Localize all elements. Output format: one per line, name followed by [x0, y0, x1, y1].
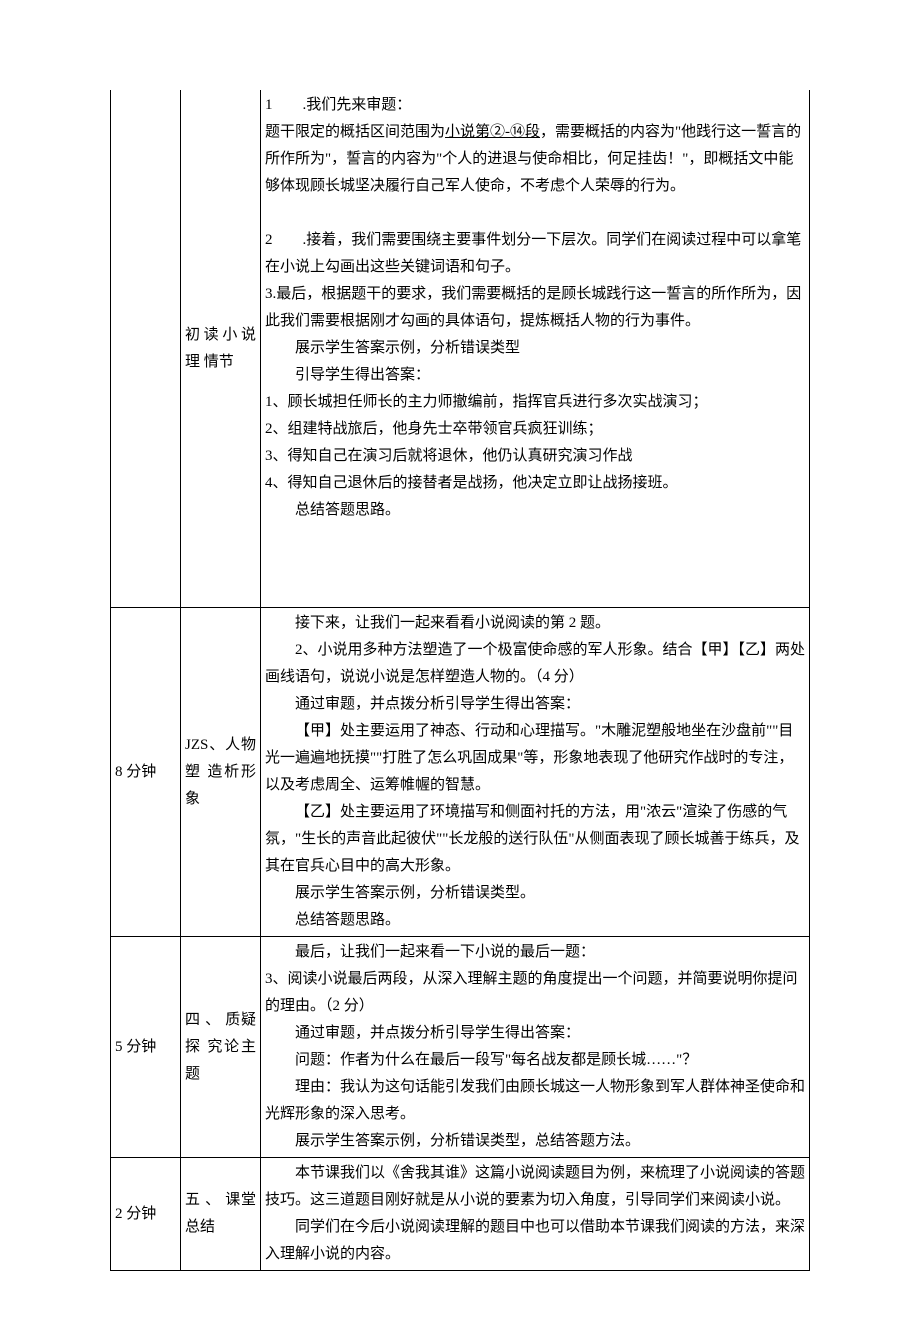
content-cell: 1 .我们先来审题： 题干限定的概括区间范围为小说第②-⑭段，需要概括的内容为"…	[261, 90, 810, 608]
table-row: 5 分钟 四 、 质疑 探 究论主题 最后，让我们一起来看一下小说的最后一题： …	[111, 937, 810, 1158]
content-line: 接下来，让我们一起来看看小说阅读的第 2 题。	[265, 610, 805, 637]
label-cell: 四 、 质疑 探 究论主题	[181, 937, 261, 1158]
content-line: 理由：我认为这句话能引发我们由顾长城这一人物形象到军人群体神圣使命和光辉形象的深…	[265, 1074, 805, 1128]
content-line: 【甲】处主要运用了神态、行动和心理描写。"木雕泥塑般地坐在沙盘前""目光一遍遍地…	[265, 718, 805, 799]
content-text: 题干限定的概括区间范围为	[265, 124, 445, 140]
time-cell	[111, 90, 181, 608]
content-line: 展示学生答案示例，分析错误类型。	[265, 880, 805, 907]
time-cell: 8 分钟	[111, 608, 181, 937]
time-cell: 5 分钟	[111, 937, 181, 1158]
content-line: 2、组建特战旅后，他身先士卒带领官兵疯狂训练；	[265, 416, 805, 443]
content-line: 1 .我们先来审题：	[265, 92, 805, 119]
content-line: 4、得知自己退休后的接替者是战扬，他决定立即让战扬接班。	[265, 470, 805, 497]
content-line: 问题：作者为什么在最后一段写"每名战友都是顾长城……"？	[265, 1047, 805, 1074]
table-row: 初读小说 理 情节 1 .我们先来审题： 题干限定的概括区间范围为小说第②-⑭段…	[111, 90, 810, 608]
table-row: 2 分钟 五 、 课堂总结 本节课我们以《舍我其谁》这篇小说阅读题目为例，来梳理…	[111, 1158, 810, 1271]
content-line: 通过审题，并点拨分析引导学生得出答案：	[265, 691, 805, 718]
content-line: 3、得知自己在演习后就将退休，他仍认真研究演习作战	[265, 443, 805, 470]
content-line: 1、顾长城担任师长的主力师撤编前，指挥官兵进行多次实战演习；	[265, 389, 805, 416]
content-line: 总结答题思路。	[265, 497, 805, 524]
content-cell: 本节课我们以《舍我其谁》这篇小说阅读题目为例，来梳理了小说阅读的答题技巧。这三道…	[261, 1158, 810, 1271]
underlined-text: 小说第②-⑭段	[445, 124, 540, 140]
content-line: 总结答题思路。	[265, 907, 805, 934]
content-line: 3.最后，根据题干的要求，我们需要概括的是顾长城践行这一誓言的所作所为，因此我们…	[265, 281, 805, 335]
content-line: 展示学生答案示例，分析错误类型	[265, 335, 805, 362]
content-line: 通过审题，并点拨分析引导学生得出答案：	[265, 1020, 805, 1047]
time-cell: 2 分钟	[111, 1158, 181, 1271]
label-cell: 初读小说 理 情节	[181, 90, 261, 608]
content-line: 引导学生得出答案：	[265, 362, 805, 389]
content-line: 【乙】处主要运用了环境描写和侧面衬托的方法，用"浓云"渲染了伤感的气氛，"生长的…	[265, 799, 805, 880]
label-cell: 五 、 课堂总结	[181, 1158, 261, 1271]
content-line: 3、阅读小说最后两段，从深入理解主题的角度提出一个问题，并简要说明你提问的理由。…	[265, 966, 805, 1020]
content-cell: 接下来，让我们一起来看看小说阅读的第 2 题。 2、小说用多种方法塑造了一个极富…	[261, 608, 810, 937]
content-line: 2 .接着，我们需要围绕主要事件划分一下层次。同学们在阅读过程中可以拿笔在小说上…	[265, 227, 805, 281]
content-cell: 最后，让我们一起来看一下小说的最后一题： 3、阅读小说最后两段，从深入理解主题的…	[261, 937, 810, 1158]
content-line: 同学们在今后小说阅读理解的题目中也可以借助本节课我们阅读的方法，来深入理解小说的…	[265, 1214, 805, 1268]
content-line: 本节课我们以《舍我其谁》这篇小说阅读题目为例，来梳理了小说阅读的答题技巧。这三道…	[265, 1160, 805, 1214]
lesson-plan-table: 初读小说 理 情节 1 .我们先来审题： 题干限定的概括区间范围为小说第②-⑭段…	[110, 90, 810, 1271]
content-line: 题干限定的概括区间范围为小说第②-⑭段，需要概括的内容为"他践行这一誓言的所作所…	[265, 119, 805, 200]
table-row: 8 分钟 JZS、人物 塑 造析形象 接下来，让我们一起来看看小说阅读的第 2 …	[111, 608, 810, 937]
content-line: 最后，让我们一起来看一下小说的最后一题：	[265, 939, 805, 966]
content-line: 2、小说用多种方法塑造了一个极富使命感的军人形象。结合【甲】【乙】两处画线语句，…	[265, 637, 805, 691]
content-line: 展示学生答案示例，分析错误类型，总结答题方法。	[265, 1128, 805, 1155]
label-cell: JZS、人物 塑 造析形象	[181, 608, 261, 937]
